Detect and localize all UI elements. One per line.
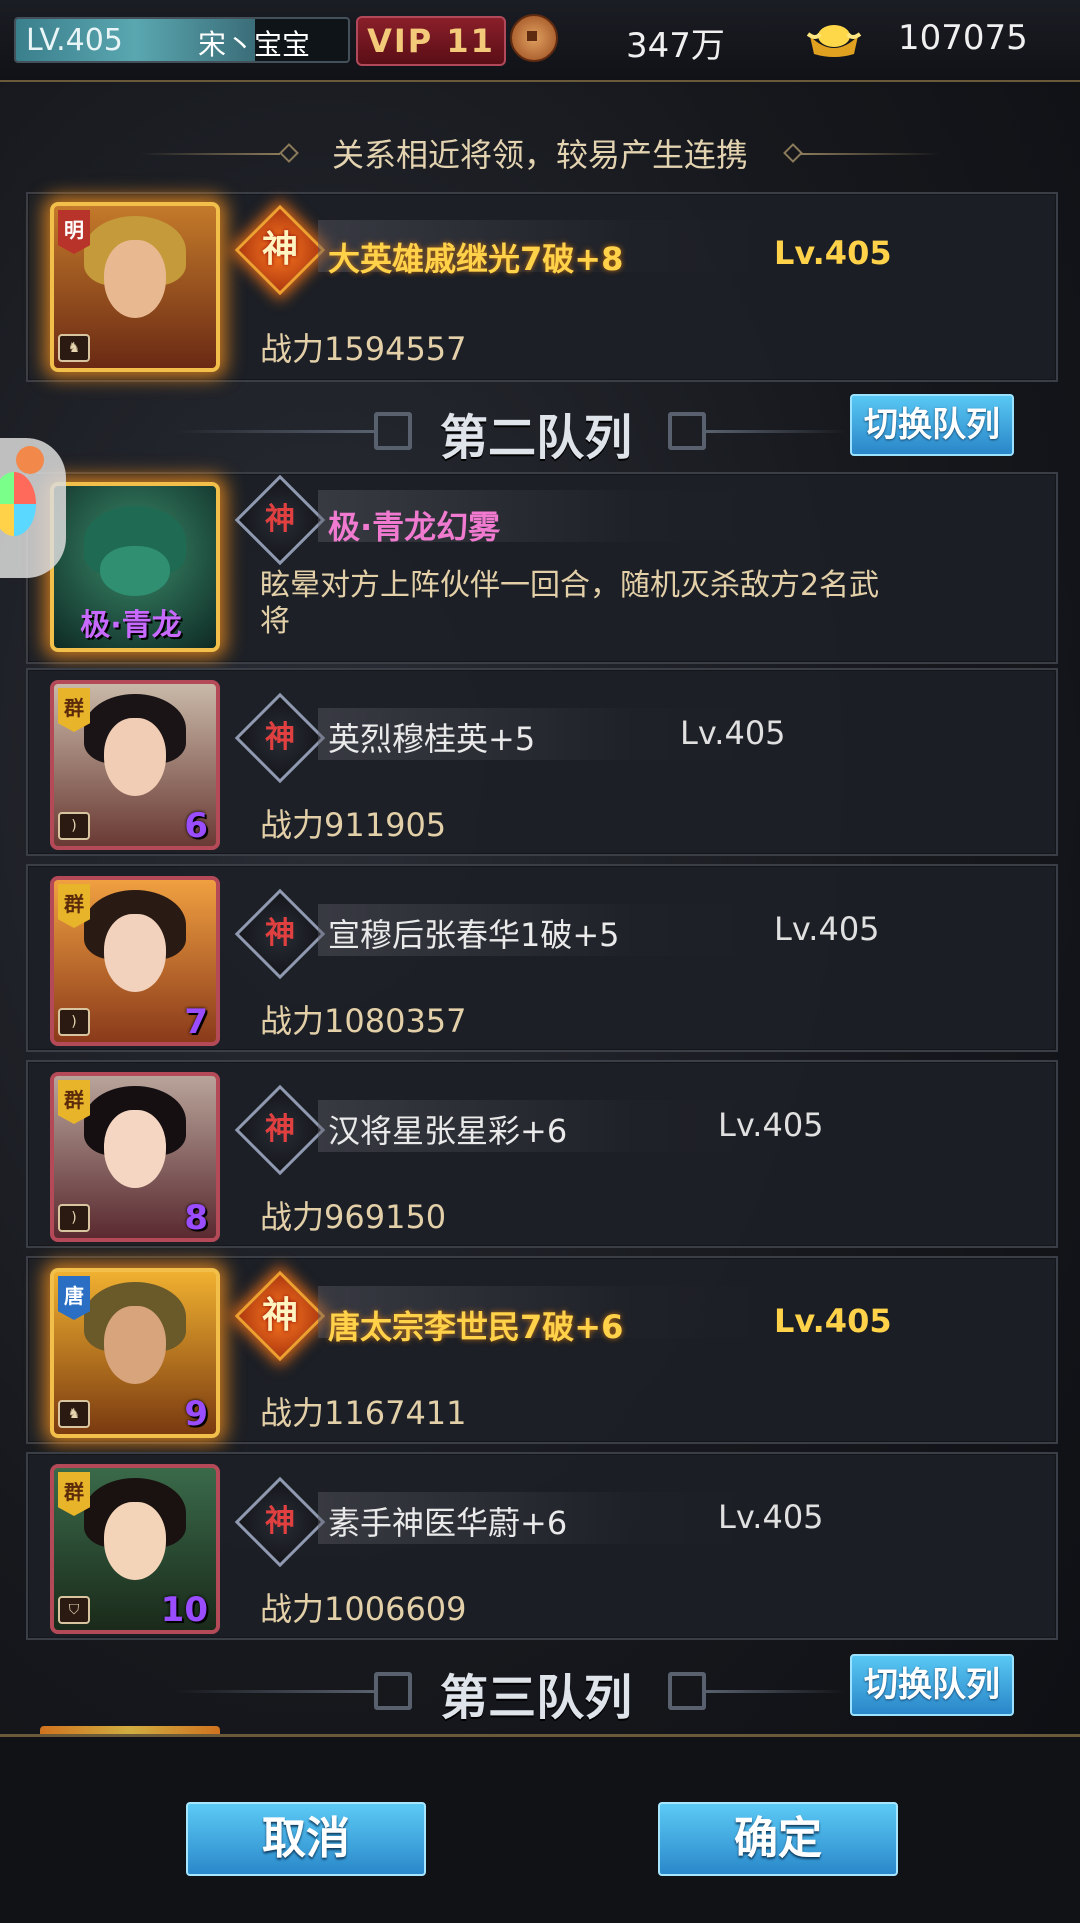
hero-name: 汉将星张星彩+6 (328, 1112, 568, 1150)
god-badge-icon: 神 (234, 204, 326, 296)
slot-number: 7 (184, 1002, 208, 1042)
top-status-bar: LV.405 宋丶宝宝 VIP 11 347万 107075 (0, 0, 1080, 82)
gold-ingot-icon (806, 25, 862, 57)
faction-tag: 群 (58, 1472, 90, 1516)
hero-name: 英烈穆桂英+5 (328, 720, 536, 758)
bow-icon: ) (58, 1204, 90, 1232)
hero-power: 战力969150 (260, 1198, 447, 1236)
section-knot-left (374, 1672, 412, 1710)
hero-level: Lv.405 (774, 1302, 892, 1340)
bow-icon: ) (58, 1008, 90, 1036)
hero-card[interactable]: 明 ♞ 5 神 大英雄戚继光7破+8 Lv.405 战力1594557 (26, 192, 1058, 382)
cavalry-icon: ♞ (58, 1400, 90, 1428)
bow-icon: ) (58, 812, 90, 840)
god-badge-icon: 神 (234, 692, 326, 784)
god-badge-icon: 神 (234, 474, 326, 566)
hero-card[interactable]: 群 ) 6 神 英烈穆桂英+5 Lv.405 战力911905 (26, 668, 1058, 856)
pet-portrait: 极·青龙 (50, 482, 220, 652)
confirm-button[interactable]: 确定 (658, 1802, 898, 1876)
hero-level: Lv.405 (774, 910, 880, 948)
section-title: 第二队列 (440, 410, 633, 466)
hero-portrait: 群 ) 8 (50, 1072, 220, 1242)
hero-level: Lv.405 (718, 1498, 824, 1536)
faction-tag: 唐 (58, 1276, 90, 1320)
god-badge-icon: 神 (234, 888, 326, 980)
player-name: 宋丶宝宝 (198, 28, 311, 61)
slot-number: 10 (160, 1590, 208, 1630)
pet-card[interactable]: 极·青龙 神 极·青龙幻雾 眩晕对方上阵伙伴一回合，随机灭杀敌方2名武将 (26, 472, 1058, 664)
dragon-jaw-shape (100, 546, 170, 596)
gold-amount: 107075 (898, 18, 1028, 58)
pet-portrait-label: 极·青龙 (80, 608, 182, 643)
god-badge-icon: 神 (234, 1084, 326, 1176)
section-header-2: 第二队列 切换队列 (0, 390, 1080, 470)
slot-number: 9 (184, 1394, 208, 1434)
hero-card[interactable]: 唐 ♞ 9 神 唐太宗李世民7破+6 Lv.405 战力1167411 (26, 1256, 1058, 1444)
face-shape (104, 1110, 166, 1188)
hero-portrait: 群 ⛉ 10 (50, 1464, 220, 1634)
god-badge-icon: 神 (234, 1270, 326, 1362)
face-shape (104, 1502, 166, 1580)
section-header-3: 第三队列 切换队列 (0, 1650, 1080, 1730)
section-line-left (174, 1690, 374, 1693)
notification-dot (16, 446, 44, 474)
section-knot-right (668, 412, 706, 450)
floating-assistant-button[interactable] (0, 438, 66, 578)
cavalry-icon: ♞ (58, 334, 90, 362)
player-level-bar[interactable]: LV.405 宋丶宝宝 (14, 17, 350, 63)
section-line-left (174, 430, 374, 433)
copper-coin-icon (510, 14, 558, 62)
faction-tag: 明 (58, 210, 90, 254)
faction-tag: 群 (58, 884, 90, 928)
hero-name: 大英雄戚继光7破+8 (328, 240, 624, 278)
cancel-button[interactable]: 取消 (186, 1802, 426, 1876)
section-title: 第三队列 (440, 1670, 633, 1726)
hero-power: 战力1080357 (260, 1002, 467, 1040)
hero-level: Lv.405 (718, 1106, 824, 1144)
face-shape (104, 240, 166, 318)
face-shape (104, 1306, 166, 1384)
coin-amount: 347万 (626, 26, 725, 66)
slot-number: 8 (184, 1198, 208, 1238)
faction-tag: 群 (58, 1080, 90, 1124)
hero-power: 战力1594557 (260, 330, 467, 368)
hero-name: 素手神医华蔚+6 (328, 1504, 568, 1542)
face-shape (104, 914, 166, 992)
switch-queue-button[interactable]: 切换队列 (850, 1654, 1014, 1716)
section-knot-right (668, 1672, 706, 1710)
hero-card[interactable]: 群 ) 8 神 汉将星张星彩+6 Lv.405 战力969150 (26, 1060, 1058, 1248)
section-line-right (706, 1690, 846, 1693)
hero-name: 宣穆后张春华1破+5 (328, 916, 620, 954)
hero-card[interactable]: 群 ) 7 神 宣穆后张春华1破+5 Lv.405 战力1080357 (26, 864, 1058, 1052)
hero-name: 唐太宗李世民7破+6 (328, 1308, 624, 1346)
section-line-right (706, 430, 846, 433)
hero-power: 战力1006609 (260, 1590, 467, 1628)
hero-portrait: 明 ♞ 5 (50, 202, 220, 372)
hero-level: Lv.405 (774, 234, 892, 272)
god-badge-icon: 神 (234, 1476, 326, 1568)
bottom-action-bar (0, 1734, 1080, 1923)
hero-card[interactable]: 群 ⛉ 10 神 素手神医华蔚+6 Lv.405 战力1006609 (26, 1452, 1058, 1640)
hero-level: Lv.405 (680, 714, 786, 752)
assistant-star-icon (0, 472, 36, 536)
faction-tag: 群 (58, 688, 90, 732)
shield-icon: ⛉ (58, 1596, 90, 1624)
face-shape (104, 718, 166, 796)
section-knot-left (374, 412, 412, 450)
hero-power: 战力1167411 (260, 1394, 467, 1432)
hero-power: 战力911905 (260, 806, 447, 844)
pet-description: 眩晕对方上阵伙伴一回合，随机灭杀敌方2名武将 (260, 568, 880, 639)
player-level: LV.405 (26, 23, 123, 58)
pet-name: 极·青龙幻雾 (328, 508, 501, 546)
switch-queue-button[interactable]: 切换队列 (850, 394, 1014, 456)
hint-divider-right (800, 153, 940, 155)
vip-badge[interactable]: VIP 11 (356, 16, 506, 66)
slot-number: 6 (184, 806, 208, 846)
hero-portrait: 群 ) 6 (50, 680, 220, 850)
hero-portrait: 唐 ♞ 9 (50, 1268, 220, 1438)
hero-portrait: 群 ) 7 (50, 876, 220, 1046)
